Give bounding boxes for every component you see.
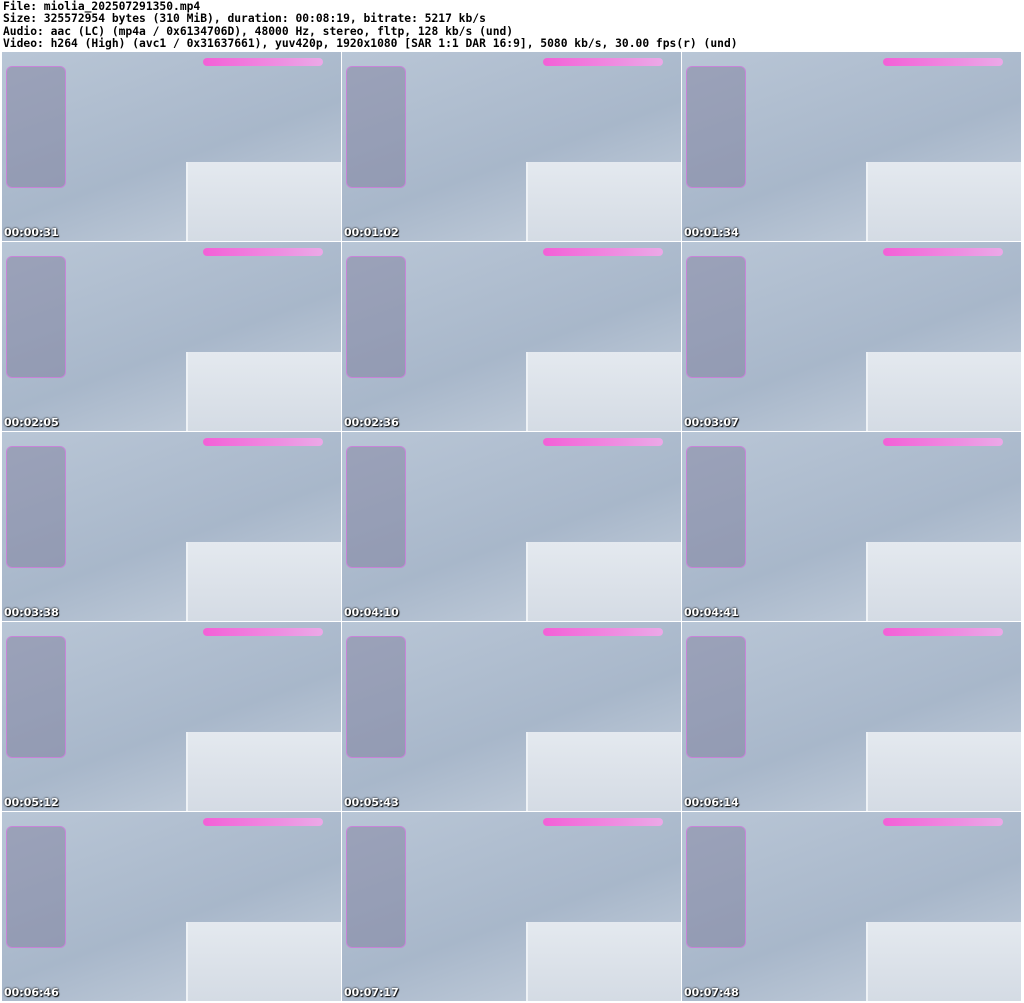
overlay-bar — [543, 628, 663, 636]
overlay-panel — [6, 446, 66, 568]
overlay-panel — [686, 446, 746, 568]
overlay-panel — [686, 636, 746, 758]
overlay-panel — [686, 826, 746, 948]
overlay-bar — [203, 628, 323, 636]
background-wall — [526, 921, 681, 1001]
timestamp: 00:06:46 — [4, 986, 59, 999]
video-thumbnail[interactable]: 00:05:43 — [342, 622, 681, 811]
thumbnail-grid: 00:00:31 00:01:02 00:01:34 00:02:05 00:02:36… — [2, 52, 1021, 1001]
overlay-panel — [686, 66, 746, 188]
overlay-bar — [883, 438, 1003, 446]
background-wall — [866, 921, 1021, 1001]
video-thumbnail[interactable]: 00:02:36 — [342, 242, 681, 431]
background-wall — [186, 541, 341, 621]
timestamp: 00:03:07 — [684, 416, 739, 429]
video-thumbnail[interactable]: 00:04:41 — [682, 432, 1021, 621]
overlay-panel — [6, 826, 66, 948]
overlay-panel — [346, 446, 406, 568]
video-thumbnail[interactable]: 00:05:12 — [2, 622, 341, 811]
timestamp: 00:06:14 — [684, 796, 739, 809]
overlay-panel — [346, 636, 406, 758]
background-wall — [186, 161, 341, 241]
timestamp: 00:01:02 — [344, 226, 399, 239]
timestamp: 00:04:41 — [684, 606, 739, 619]
background-wall — [526, 541, 681, 621]
background-wall — [866, 541, 1021, 621]
video-thumbnail[interactable]: 00:00:31 — [2, 52, 341, 241]
video-info: Video: h264 (High) (avc1 / 0x31637661), … — [3, 36, 738, 50]
overlay-bar — [883, 248, 1003, 256]
timestamp: 00:00:31 — [4, 226, 59, 239]
file-info-header: File: miolia_202507291350.mp4 Size: 3255… — [3, 0, 738, 50]
overlay-bar — [543, 818, 663, 826]
overlay-bar — [543, 58, 663, 66]
overlay-panel — [346, 66, 406, 188]
overlay-panel — [6, 256, 66, 378]
file-size: Size: 325572954 bytes (310 MiB), duratio… — [3, 12, 486, 26]
background-wall — [866, 351, 1021, 431]
video-thumbnail[interactable]: 00:07:17 — [342, 812, 681, 1001]
overlay-panel — [346, 256, 406, 378]
background-wall — [186, 731, 341, 811]
timestamp: 00:02:36 — [344, 416, 399, 429]
timestamp: 00:07:17 — [344, 986, 399, 999]
overlay-bar — [543, 248, 663, 256]
video-thumbnail[interactable]: 00:06:14 — [682, 622, 1021, 811]
overlay-panel — [686, 256, 746, 378]
video-thumbnail[interactable]: 00:03:07 — [682, 242, 1021, 431]
overlay-bar — [203, 818, 323, 826]
video-thumbnail[interactable]: 00:04:10 — [342, 432, 681, 621]
background-wall — [186, 921, 341, 1001]
background-wall — [526, 731, 681, 811]
video-thumbnail[interactable]: 00:06:46 — [2, 812, 341, 1001]
background-wall — [526, 351, 681, 431]
overlay-panel — [6, 636, 66, 758]
overlay-bar — [883, 628, 1003, 636]
timestamp: 00:07:48 — [684, 986, 739, 999]
timestamp: 00:05:12 — [4, 796, 59, 809]
overlay-bar — [203, 58, 323, 66]
overlay-panel — [346, 826, 406, 948]
video-thumbnail[interactable]: 00:07:48 — [682, 812, 1021, 1001]
background-wall — [186, 351, 341, 431]
background-wall — [866, 731, 1021, 811]
overlay-bar — [203, 248, 323, 256]
video-thumbnail[interactable]: 00:03:38 — [2, 432, 341, 621]
background-wall — [866, 161, 1021, 241]
overlay-panel — [6, 66, 66, 188]
video-thumbnail[interactable]: 00:01:34 — [682, 52, 1021, 241]
timestamp: 00:02:05 — [4, 416, 59, 429]
timestamp: 00:04:10 — [344, 606, 399, 619]
overlay-bar — [883, 818, 1003, 826]
overlay-bar — [203, 438, 323, 446]
video-thumbnail[interactable]: 00:02:05 — [2, 242, 341, 431]
video-thumbnail[interactable]: 00:01:02 — [342, 52, 681, 241]
background-wall — [526, 161, 681, 241]
timestamp: 00:03:38 — [4, 606, 59, 619]
overlay-bar — [883, 58, 1003, 66]
overlay-bar — [543, 438, 663, 446]
timestamp: 00:01:34 — [684, 226, 739, 239]
timestamp: 00:05:43 — [344, 796, 399, 809]
